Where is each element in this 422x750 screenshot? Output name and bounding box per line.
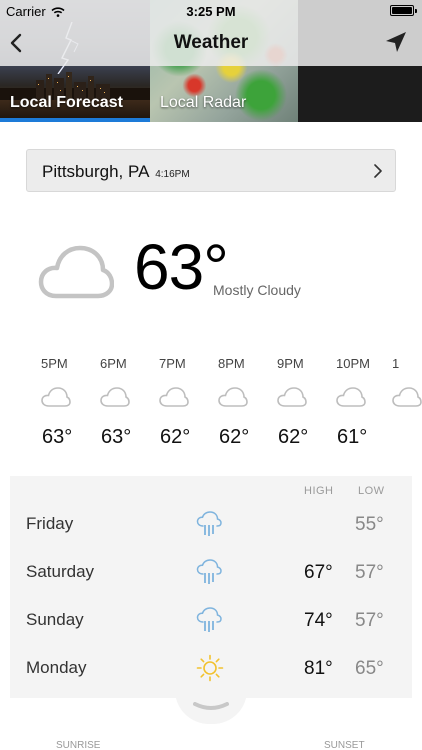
location-arrow-icon[interactable] [384,30,408,54]
page-title: Weather [173,32,249,53]
chevron-right-icon [374,164,382,178]
hourly-time: 10PM [336,356,370,371]
day-low: 57° [355,610,384,631]
cloud-icon [218,387,248,407]
sun-times-labels: SUNRISE SUNSET [0,740,422,750]
day-name: Saturday [26,562,95,581]
day-high: 67° [304,562,333,583]
hourly-temp: 63° [101,426,132,448]
expand-forecast-button[interactable] [175,690,247,724]
location-updated-time: 4:16PM [155,169,190,180]
header-blank-area [298,66,422,122]
hourly-time: 5PM [41,356,68,371]
tab-local-forecast[interactable]: Local Forecast [0,66,150,122]
hourly-time: 1 [392,356,400,371]
location-selector[interactable]: Pittsburgh, PA 4:16PM [26,149,396,192]
day-low: 65° [355,658,384,679]
cloud-icon [100,387,130,407]
status-time: 3:25 PM [186,4,236,19]
location-label: Pittsburgh, PA 4:16PM [42,162,190,182]
chevron-down-icon [193,702,229,710]
hourly-temp: 62° [219,426,250,448]
sunset-label: SUNSET [324,740,365,750]
sun-icon [196,654,224,682]
day-name: Sunday [26,610,84,629]
status-bar: Carrier 3:25 PM [0,0,422,22]
day-low: 55° [355,514,384,535]
sunrise-label: SUNRISE [56,740,101,750]
daily-row: Friday 55° [10,500,412,548]
day-high: 81° [304,658,333,679]
location-city: Pittsburgh, PA [42,162,149,181]
cloud-icon [277,387,307,407]
hourly-time: 6PM [100,356,127,371]
daily-row: Monday 81° 65° [10,644,412,692]
day-high: 74° [304,610,333,631]
tab-local-radar-label: Local Radar [160,94,247,111]
current-cloud-icon [38,245,114,299]
tab-local-forecast-label: Local Forecast [10,94,123,111]
cloud-icon [41,387,71,407]
daily-forecast: HIGH LOW Friday 55° Saturday 67° 57° Sun… [10,476,412,698]
hourly-temp: 62° [160,426,191,448]
hourly-time: 9PM [277,356,304,371]
hourly-forecast: 5PM 63° 6PM 63° 7PM 62° 8PM 62° 9PM 62° … [0,356,422,456]
hourly-temp: 63° [42,426,73,448]
rain-cloud-icon [196,511,222,536]
hourly-temp: 61° [337,426,368,448]
daily-row: Sunday 74° 57° [10,596,412,644]
battery-icon [390,5,417,16]
tab-local-radar[interactable]: Local Radar [150,66,298,122]
daily-row: Saturday 67° 57° [10,548,412,596]
selected-tab-indicator [0,118,150,122]
day-low: 57° [355,562,384,583]
cloud-icon [392,387,422,407]
day-name: Monday [26,658,87,677]
low-column-header: LOW [358,485,385,497]
cloud-icon [159,387,189,407]
hourly-time: 8PM [218,356,245,371]
rain-cloud-icon [196,607,222,632]
rain-cloud-icon [196,559,222,584]
high-column-header: HIGH [304,485,334,497]
current-condition: Mostly Cloudy [213,282,301,298]
hourly-time: 7PM [159,356,186,371]
cloud-icon [336,387,366,407]
day-name: Friday [26,514,74,533]
hourly-temp: 62° [278,426,309,448]
